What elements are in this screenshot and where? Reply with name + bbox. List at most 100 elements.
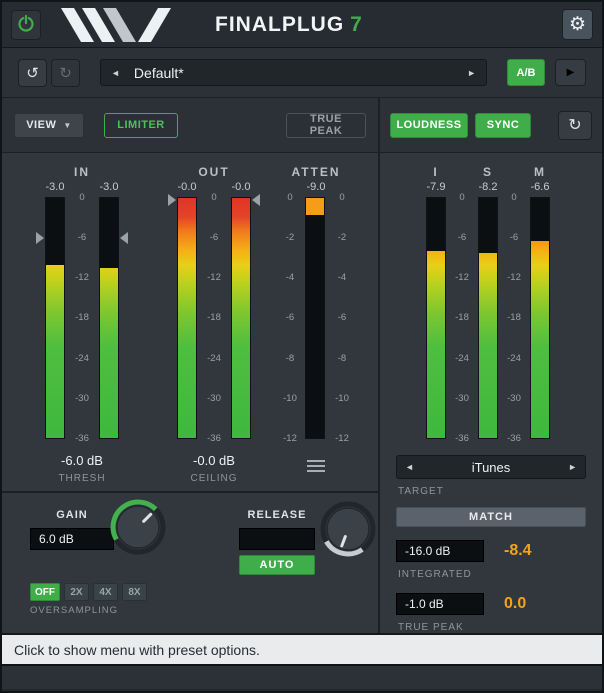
thresh-label: THRESH xyxy=(45,473,119,484)
meter-tick: -30 xyxy=(455,394,469,403)
meter-tick: -12 xyxy=(75,273,89,282)
ceiling-value[interactable]: -0.0 dB xyxy=(177,453,251,468)
oversampling-buttons: OFF 2X 4X 8X xyxy=(30,583,147,601)
preset-name[interactable]: Default* xyxy=(120,65,467,81)
preset-prev-icon[interactable]: ◄ xyxy=(111,68,120,78)
meter-tick: -36 xyxy=(207,434,221,443)
release-knob[interactable] xyxy=(320,501,376,562)
preset-next-icon[interactable]: ► xyxy=(467,68,476,78)
menu-icon xyxy=(307,460,325,462)
settings-button[interactable]: ⚙ xyxy=(562,9,593,40)
meter-tick: -24 xyxy=(455,354,469,363)
target-value[interactable]: iTunes xyxy=(414,460,568,475)
threshold-marker[interactable] xyxy=(36,232,44,244)
atten-reading: -9.0 xyxy=(305,181,327,197)
meter-tick: 0 xyxy=(339,193,344,202)
in-meter-group: IN -3.0 -3.0 0-6-12-18-24-30-36 xyxy=(45,165,119,443)
refresh-icon: ↻ xyxy=(568,115,581,135)
atten-meter-group: ATTEN -9.0 0-2-4-6-8-10-12 0-2-4-6-8-10-… xyxy=(277,165,355,443)
oversampling-8x-button[interactable]: 8X xyxy=(122,583,147,601)
redo-icon: ↻ xyxy=(59,64,72,82)
preset-selector[interactable]: ◄ Default* ► xyxy=(100,59,487,86)
meter-tick: -6 xyxy=(510,233,518,242)
in-label: IN xyxy=(45,165,119,181)
redo-button[interactable]: ↻ xyxy=(51,59,80,87)
integrated-target-field[interactable]: -16.0 dB xyxy=(396,540,484,562)
play-icon: ▶ xyxy=(567,67,575,78)
gain-control: GAIN 6.0 dB xyxy=(30,509,114,550)
meter-tick: -6 xyxy=(338,313,346,322)
target-selector[interactable]: ◄ iTunes ► xyxy=(396,455,586,479)
undo-button[interactable]: ↺ xyxy=(18,59,47,87)
meter-tick: -6 xyxy=(286,313,294,322)
oversampling-2x-button[interactable]: 2X xyxy=(64,583,89,601)
shortterm-meter-label: S xyxy=(478,165,498,181)
integrated-readout: -8.4 xyxy=(504,542,532,560)
meter-scale: 0-6-12-18-24-30-36 xyxy=(448,193,476,443)
release-control: RELEASE AUTO xyxy=(239,509,315,575)
thresh-value[interactable]: -6.0 dB xyxy=(45,453,119,468)
reset-meters-button[interactable]: ↻ xyxy=(558,111,592,140)
meter-tick: -10 xyxy=(283,394,297,403)
meter-scale: 0-2-4-6-8-10-12 xyxy=(329,193,355,443)
meter-tick: -6 xyxy=(78,233,86,242)
out-right-reading: -0.0 xyxy=(231,181,251,197)
power-button[interactable] xyxy=(11,10,41,40)
preset-advance-button[interactable]: ▶ xyxy=(555,59,586,86)
view-button[interactable]: VIEW ▼ xyxy=(14,113,84,138)
loudness-toggle-button[interactable]: LOUDNESS xyxy=(390,113,468,138)
ceiling-marker[interactable] xyxy=(168,194,176,206)
menu-icon xyxy=(307,470,325,472)
meter-tick: -18 xyxy=(507,313,521,322)
integrated-meter-label: I xyxy=(426,165,446,181)
gear-icon: ⚙ xyxy=(569,15,586,34)
true-peak-readout: 0.0 xyxy=(504,595,526,613)
sync-toggle-button[interactable]: SYNC xyxy=(475,113,531,138)
true-peak-target-field[interactable]: -1.0 dB xyxy=(396,593,484,615)
gain-knob[interactable] xyxy=(110,499,166,560)
target-label: TARGET xyxy=(398,486,586,497)
loudness-section: I S M -7.9 -8.2 -6.6 0-6-12-18-24-30-36 … xyxy=(380,153,602,633)
momentary-meter-label: M xyxy=(530,165,550,181)
oversampling-off-button[interactable]: OFF xyxy=(30,583,60,601)
meter-tick: -18 xyxy=(455,313,469,322)
out-meter-left xyxy=(177,197,197,439)
meter-tick: -12 xyxy=(283,434,297,443)
out-left-reading: -0.0 xyxy=(177,181,197,197)
meter-tick: -2 xyxy=(338,233,346,242)
ceiling-marker[interactable] xyxy=(252,194,260,206)
meter-mask xyxy=(100,198,118,268)
gain-field[interactable]: 6.0 dB xyxy=(30,528,114,550)
ab-compare-button[interactable]: A/B xyxy=(507,59,545,86)
thresh-cell: -6.0 dB THRESH xyxy=(45,453,119,484)
gain-label: GAIN xyxy=(30,509,114,521)
true-peak-toggle-button[interactable]: TRUE PEAK xyxy=(286,113,366,138)
meter-mask xyxy=(531,198,549,241)
meter-tick: -12 xyxy=(455,273,469,282)
limiter-toggle-button[interactable]: LIMITER xyxy=(104,113,178,138)
atten-menu-button[interactable] xyxy=(303,456,329,476)
target-next-icon[interactable]: ► xyxy=(568,462,577,472)
meter-tick: -30 xyxy=(507,394,521,403)
power-icon xyxy=(17,14,35,35)
meter-scale: 0-6-12-18-24-30-36 xyxy=(500,193,528,443)
limiter-section: IN -3.0 -3.0 0-6-12-18-24-30-36 xyxy=(2,153,380,633)
meter-tick: -30 xyxy=(207,394,221,403)
oversampling-4x-button[interactable]: 4X xyxy=(93,583,118,601)
limiter-controls-panel: GAIN 6.0 dB RELEASE AUTO xyxy=(2,491,378,633)
out-meter-right xyxy=(231,197,251,439)
true-peak-label: TRUE PEAK xyxy=(398,622,586,633)
loudness-meter-group: I S M -7.9 -8.2 -6.6 0-6-12-18-24-30-36 … xyxy=(426,165,586,443)
target-prev-icon[interactable]: ◄ xyxy=(405,462,414,472)
threshold-marker[interactable] xyxy=(120,232,128,244)
out-label: OUT xyxy=(177,165,251,181)
release-field[interactable] xyxy=(239,528,315,550)
auto-release-button[interactable]: AUTO xyxy=(239,555,315,575)
meter-tick: -4 xyxy=(338,273,346,282)
undo-icon: ↺ xyxy=(26,64,39,82)
meter-tick: -12 xyxy=(335,434,349,443)
plugin-title-text: FINALPLUG xyxy=(215,13,344,36)
match-button[interactable]: MATCH xyxy=(396,507,586,527)
meter-tick: 0 xyxy=(511,193,516,202)
m-meter xyxy=(530,197,550,439)
